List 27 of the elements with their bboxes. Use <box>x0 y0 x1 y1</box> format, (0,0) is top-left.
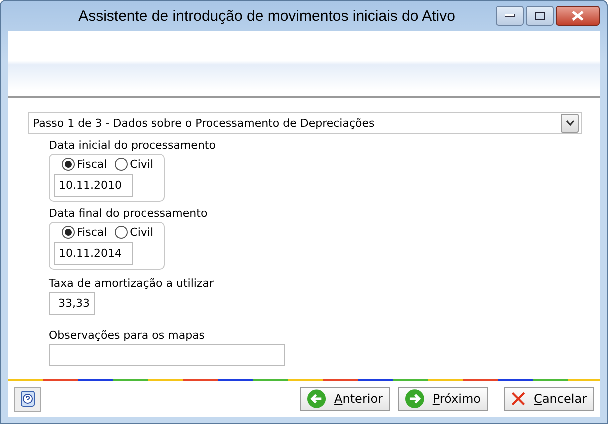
help-button[interactable] <box>14 386 41 412</box>
field-label: Data inicial do processamento <box>49 139 216 152</box>
back-button[interactable]: Anterior <box>300 387 390 411</box>
date-field[interactable]: 10.11.2010 <box>54 174 133 197</box>
step-dropdown[interactable]: Passo 1 de 3 - Dados sobre o Processamento de Depreciações <box>28 112 582 134</box>
radio-option[interactable]: Fiscal <box>62 158 108 171</box>
field-label: Observações para os mapas <box>49 329 206 342</box>
date-field[interactable]: 10.11.2014 <box>54 242 133 265</box>
next-button[interactable]: Próximo <box>398 387 488 411</box>
radio-option[interactable]: Civil <box>115 226 154 239</box>
field-label: Data final do processamento <box>49 207 208 220</box>
window-title: Assistente de introdução de movimentos iniciais do Ativo <box>78 8 456 24</box>
close-button[interactable] <box>556 6 600 26</box>
maximize-icon <box>535 12 545 20</box>
notes-field[interactable] <box>49 344 285 366</box>
maximize-button[interactable] <box>526 6 554 26</box>
cancel-button[interactable]: Cancelar <box>504 387 594 411</box>
minimize-icon <box>505 14 515 18</box>
close-icon <box>572 11 584 21</box>
chevron-down-icon <box>566 120 574 126</box>
field-label: Taxa de amortização a utilizar <box>49 277 214 290</box>
rate-field[interactable]: 33,33 <box>49 292 95 315</box>
close-icon <box>511 390 526 408</box>
radio-option[interactable]: Fiscal <box>62 226 108 239</box>
minimize-button[interactable] <box>496 6 524 26</box>
help-icon <box>20 391 34 407</box>
radio-option[interactable]: Civil <box>115 158 154 171</box>
